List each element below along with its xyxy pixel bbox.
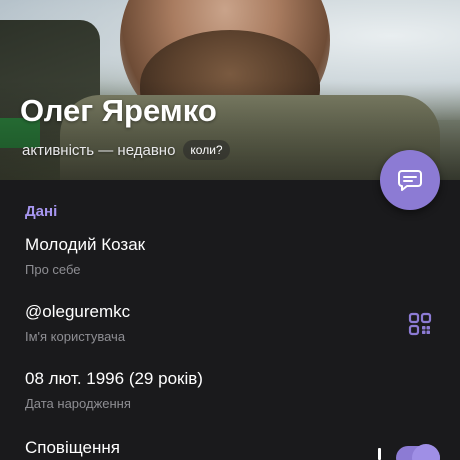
last-seen-text: активність — недавно bbox=[22, 141, 176, 159]
bio-value: Молодий Козак bbox=[25, 235, 146, 254]
when-button[interactable]: коли? bbox=[183, 140, 230, 160]
birthday-value: 08 лют. 1996 (29 років) bbox=[25, 369, 203, 388]
profile-header: Олег Яремко активність — недавно коли? bbox=[0, 0, 460, 180]
birthday-label: Дата народження bbox=[25, 396, 131, 411]
profile-name: Олег Яремко bbox=[20, 93, 217, 128]
username-label: Ім'я користувача bbox=[25, 329, 126, 344]
bio-item[interactable]: Молодий Козак Про себе bbox=[25, 235, 145, 277]
send-message-button[interactable] bbox=[380, 150, 440, 210]
notifications-label: Сповіщення bbox=[25, 438, 120, 457]
profile-status: активність — недавно коли? bbox=[22, 140, 230, 160]
birthday-item[interactable]: 08 лют. 1996 (29 років) Дата народження bbox=[25, 369, 203, 411]
message-icon bbox=[398, 170, 422, 191]
username-value: @oleguremkc bbox=[25, 302, 131, 321]
section-title: Дані bbox=[25, 203, 58, 220]
notifications-item[interactable]: Сповіщення bbox=[25, 438, 120, 458]
profile-details: Дані Молодий Козак Про себе @oleguremkc … bbox=[0, 180, 460, 460]
notifications-toggle[interactable] bbox=[396, 444, 440, 460]
qr-code-icon bbox=[408, 312, 432, 336]
qr-code-button[interactable] bbox=[406, 310, 434, 338]
username-item[interactable]: @oleguremkc Ім'я користувача bbox=[25, 302, 130, 344]
bio-label: Про себе bbox=[25, 262, 81, 277]
toggle-knob bbox=[412, 444, 440, 460]
